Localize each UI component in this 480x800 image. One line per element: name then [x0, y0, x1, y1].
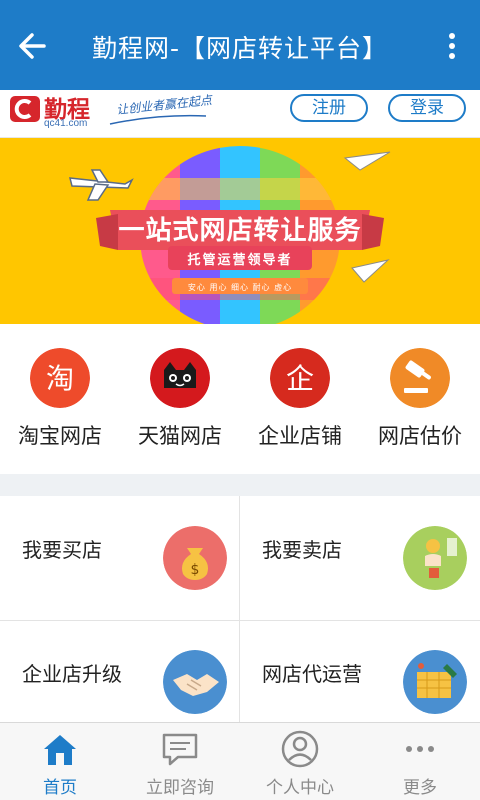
svg-text:$: $ — [191, 562, 200, 578]
service-buy-store[interactable]: 我要买店 $ — [0, 496, 239, 620]
tab-more[interactable]: 更多 — [360, 723, 480, 800]
hand-coin-icon — [403, 526, 467, 590]
slogan-swoosh-icon — [109, 114, 207, 125]
tab-label: 更多 — [403, 778, 437, 798]
logo-icon — [10, 96, 40, 122]
brand-url: qc41.com — [44, 118, 88, 129]
service-grid: 我要买店 $ 我要卖店 企业店升级 网店代运营 — [0, 496, 480, 744]
tab-profile[interactable]: 个人中心 — [240, 723, 360, 800]
more-vertical-icon[interactable] — [438, 30, 466, 62]
service-sell-store[interactable]: 我要卖店 — [240, 496, 479, 620]
service-label: 我要买店 — [22, 538, 102, 562]
svg-text:企: 企 — [286, 362, 314, 395]
category-taobao[interactable]: 淘 淘宝网店 — [0, 346, 120, 456]
brand-row: 勤程 qc41.com 让创业者赢在起点 注册 登录 — [0, 90, 480, 138]
category-tmall[interactable]: 天猫网店 — [120, 346, 240, 456]
tab-home[interactable]: 首页 — [0, 723, 120, 800]
category-enterprise[interactable]: 企 企业店铺 — [240, 346, 360, 456]
grid-divider-horizontal — [0, 620, 480, 621]
gavel-icon — [390, 348, 450, 408]
tab-label: 首页 — [43, 778, 77, 798]
promo-banner[interactable]: 一站式网店转让服务 托管运营领导者 安心 用心 细心 耐心 虚心 — [0, 138, 480, 324]
category-row: 淘 淘宝网店 天猫网店 企 企业店铺 网店估价 — [0, 324, 480, 474]
grid-divider-vertical — [239, 496, 240, 722]
home-icon — [44, 735, 76, 765]
banner-headline: 一站式网店转让服务 — [118, 216, 362, 246]
service-label: 企业店升级 — [22, 662, 122, 686]
service-label: 我要卖店 — [262, 538, 342, 562]
category-label: 网店估价 — [378, 424, 462, 448]
paper-plane-icon — [343, 151, 391, 171]
enterprise-icon: 企 — [270, 348, 330, 408]
handshake-icon — [163, 650, 227, 714]
register-button[interactable]: 注册 — [290, 94, 368, 122]
taobao-icon: 淘 — [30, 348, 90, 408]
top-app-bar: 勤程网-【网店转让平台】 — [0, 0, 480, 90]
money-bag-icon: $ — [163, 526, 227, 590]
banner-tags: 安心 用心 细心 耐心 虚心 — [187, 283, 293, 292]
category-label: 企业店铺 — [258, 424, 342, 448]
category-valuation[interactable]: 网店估价 — [360, 346, 480, 456]
user-icon — [281, 730, 319, 768]
app-screen: 勤程网-【网店转让平台】 勤程 qc41.com 让创业者赢在起点 注册 登录 — [0, 0, 480, 800]
banner-subline: 托管运营领导者 — [187, 253, 293, 268]
category-label: 天猫网店 — [138, 424, 222, 448]
airplane-icon — [69, 169, 134, 201]
tab-consult[interactable]: 立即咨询 — [120, 723, 240, 800]
bottom-navigation: 首页 立即咨询 个人中心 更多 — [0, 722, 480, 800]
operation-calendar-icon — [403, 650, 467, 714]
chat-icon — [162, 733, 198, 766]
tab-label: 立即咨询 — [146, 778, 214, 798]
login-button[interactable]: 登录 — [388, 94, 466, 122]
tmall-cat-icon — [150, 348, 210, 408]
section-divider — [0, 474, 480, 496]
service-label: 网店代运营 — [262, 662, 362, 686]
page-title: 勤程网-【网店转让平台】 — [91, 34, 389, 63]
more-horizontal-icon — [406, 746, 434, 752]
tab-label: 个人中心 — [266, 778, 334, 798]
svg-text:淘: 淘 — [46, 362, 74, 395]
category-label: 淘宝网店 — [18, 424, 102, 448]
